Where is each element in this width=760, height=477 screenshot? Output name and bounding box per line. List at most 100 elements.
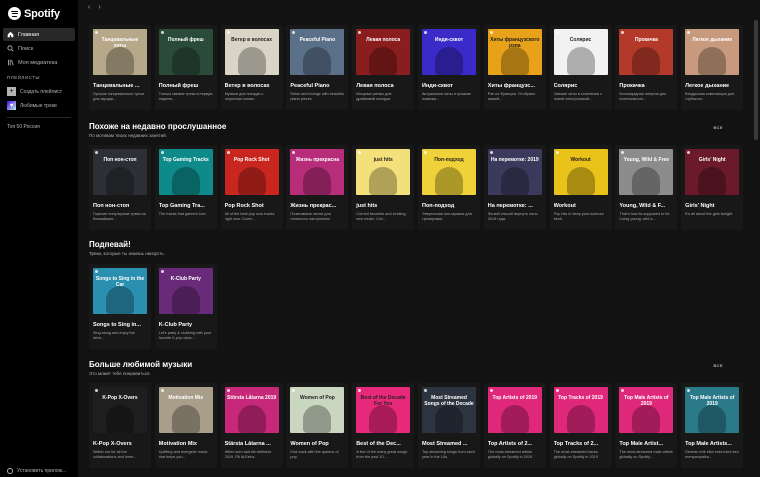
spotify-logo[interactable]: Spotify [8, 7, 60, 20]
playlist-card[interactable]: Women of Pop Women of Pop Kick back with t… [286, 383, 349, 468]
playlist-title[interactable]: Солярис [554, 83, 608, 89]
playlist-title[interactable]: Girls' Night [685, 203, 739, 209]
nav-search[interactable]: Поиск [3, 42, 75, 55]
section-title-more-music[interactable]: Больше любимой музыки [89, 360, 192, 369]
playlist-card[interactable]: Största Låtarna 2019 Stärsta Låtarna ... H… [220, 383, 283, 468]
section-title-sing-along[interactable]: Подпевай! [89, 240, 131, 249]
playlist-title[interactable]: Top Gaming Tra... [159, 203, 213, 209]
create-playlist-button[interactable]: + Создать плейлист [7, 87, 62, 96]
playlist-title[interactable]: Прокачка [619, 83, 673, 89]
playlist-title[interactable]: Top Artists of 2... [488, 441, 542, 447]
playlist-card[interactable]: Танцевальные хиты Танцевальные ... Лучшие … [89, 25, 151, 110]
nav-library[interactable]: Моя медиатека [3, 56, 75, 69]
install-app-button[interactable]: Установить прилож... [7, 468, 66, 474]
playlist-card[interactable]: Workout Workout Pop hits to keep your work… [549, 145, 612, 230]
cover-figure [237, 405, 266, 433]
spotify-badge-icon [489, 31, 493, 34]
playlist-description: Легкий способ вернуть хиты 2019 года. [487, 212, 538, 221]
playlist-card[interactable]: K-Club Party K-Club Party Let's party & cl… [154, 264, 217, 349]
playlist-title[interactable]: Левая полоса [356, 83, 410, 89]
playlist-card[interactable]: Most Streamed Songs of the Decade Most St… [417, 383, 480, 468]
playlist-title[interactable]: Women of Pop [290, 441, 344, 447]
playlist-title[interactable]: Stärsta Låtarna ... [225, 441, 279, 447]
cover-text: Танцевальные хиты [101, 37, 139, 49]
forward-arrow-icon[interactable]: › [98, 4, 100, 11]
playlist-description: Горячие популярные треки на ближайшее... [93, 212, 146, 221]
see-all-recent-like[interactable]: ВСЕ [714, 125, 724, 130]
playlist-description: Позитивные песни для отличного настроени… [290, 212, 331, 221]
section-title-recent-like[interactable]: Похоже на недавно прослушанное [89, 122, 226, 131]
playlist-title[interactable]: Top Male Artists... [685, 441, 739, 447]
back-arrow-icon[interactable]: ‹ [88, 4, 90, 11]
playlist-card[interactable]: Pop Rock Shot Pop Rock Shot All of the bes… [220, 145, 283, 230]
spotify-badge-icon [358, 389, 362, 392]
playlists-header: ПЛЕЙЛИСТЫ [7, 75, 40, 80]
playlist-card[interactable]: just hits just hits Current favorites and … [352, 145, 415, 230]
cover-text: Pop Rock Shot [233, 157, 270, 163]
cover-figure [500, 167, 529, 195]
playlist-card[interactable]: Поп-подход Поп-подход Энергичная поп-музык… [417, 145, 480, 230]
playlist-title[interactable]: Легкое дыхание [685, 83, 739, 89]
playlist-title[interactable]: Поп-подход [422, 203, 476, 209]
playlist-title[interactable]: Top Tracks of 2... [554, 441, 608, 447]
playlist-title[interactable]: Most Streamed ... [422, 441, 476, 447]
playlist-title[interactable]: Workout [554, 203, 608, 209]
playlist-card[interactable]: Best of the Decade For You Best of the De… [352, 383, 415, 468]
playlist-title[interactable]: Young, Wild & F... [619, 203, 673, 209]
playlist-card[interactable]: Motivation Mix Motivation Mix Uplifting an… [154, 383, 217, 468]
playlist-card[interactable]: Инди-сквот Инди-сквот Актуальные хиты и гр… [417, 25, 480, 110]
playlist-title[interactable]: Поп нон-стоп [93, 203, 147, 209]
playlist-title[interactable]: Хиты французс... [488, 83, 542, 89]
cover-text: K-Pop X-Overs [102, 395, 138, 401]
scrollbar[interactable] [752, 0, 760, 477]
playlist-description: The tracks that gamers love. [158, 212, 207, 216]
playlist-title[interactable]: Инди-сквот [422, 83, 476, 89]
sidebar: Spotify Главная Поиск Моя медиатека ПЛЕЙ… [0, 0, 78, 477]
playlist-title[interactable]: K-Pop X-Overs [93, 441, 147, 447]
playlist-description: Hitlen som satt sitt definiera 2019. På … [224, 450, 272, 459]
playlist-title[interactable]: Peaceful Piano [290, 83, 344, 89]
playlist-card[interactable]: Young, Wild & Free Young, Wild & F... That… [615, 145, 678, 230]
playlist-card[interactable]: Жизнь прекрасна Жизнь прекрас... Позитивны… [286, 145, 349, 230]
playlist-card[interactable]: Top Male Artists of 2019 Top Male Artist.… [615, 383, 678, 468]
playlist-title[interactable]: Songs to Sing in... [93, 322, 147, 328]
sidebar-playlist-item[interactable]: Топ 50 Россия [7, 124, 40, 130]
playlist-title[interactable]: Танцевальные ... [93, 83, 147, 89]
playlist-card[interactable]: Поп нон-стоп Поп нон-стоп Горячие популярн… [89, 145, 151, 230]
scrollbar-thumb[interactable] [754, 20, 758, 140]
playlist-title[interactable]: Полный фреш [159, 83, 213, 89]
playlist-title[interactable]: Жизнь прекрас... [290, 203, 344, 209]
playlist-card[interactable]: Top Gaming Tracks Top Gaming Tra... The tr… [154, 145, 217, 230]
playlist-card[interactable]: Girls' Night Girls' Night It's all about t… [681, 145, 744, 230]
playlist-card[interactable]: Полный фреш Полный фреш Только свежие трек… [154, 25, 217, 110]
playlist-card[interactable]: Легкое дыхание Легкое дыхание Воздушная ко… [681, 25, 744, 110]
playlist-title[interactable]: Top Male Artist... [619, 441, 673, 447]
playlist-card[interactable]: K-Pop X-Overs K-Pop X-Overs Watch our for … [89, 383, 151, 468]
liked-tracks-button[interactable]: ♥ Любимые треки [7, 101, 57, 110]
playlist-card[interactable]: Songs to Sing in the Car Songs to Sing in… [89, 264, 151, 349]
playlist-card[interactable]: Солярис Солярис Свежие хиты в сочетании с … [549, 25, 612, 110]
playlist-title[interactable]: just hits [356, 203, 410, 209]
spotify-badge-icon [358, 151, 362, 154]
see-all-more-music[interactable]: ВСЕ [714, 363, 724, 368]
playlist-card[interactable]: На перемотке: 2019 На перемотке: ... Легки… [483, 145, 546, 230]
playlist-card[interactable]: Top Male Artists of 2019 Top Male Artists… [681, 383, 744, 468]
playlist-card[interactable]: Peaceful Piano Peaceful Piano Relax and in… [286, 25, 349, 110]
playlist-card[interactable]: Хиты французского рэпа Хиты французс... Рэ… [483, 25, 546, 110]
playlist-title[interactable]: K-Club Party [159, 322, 213, 328]
playlist-card[interactable]: Top Tracks of 2019 Top Tracks of 2... The … [549, 383, 612, 468]
cover-text: Легкое дыхание [692, 37, 733, 43]
cover-figure [632, 167, 661, 195]
cover-figure [698, 47, 727, 75]
playlist-title[interactable]: Ветер в волосах [225, 83, 279, 89]
playlist-title[interactable]: Motivation Mix [159, 441, 213, 447]
playlist-title[interactable]: Best of the Dec... [356, 441, 410, 447]
playlist-title[interactable]: Pop Rock Shot [225, 203, 279, 209]
playlist-description: Pop hits to keep your workout fresh. [553, 212, 604, 221]
playlist-card[interactable]: Top Artists of 2019 Top Artists of 2... Th… [483, 383, 546, 468]
playlist-card[interactable]: Ветер в волосах Ветер в волосах Музыка для… [220, 25, 283, 110]
playlist-title[interactable]: На перемотке: ... [488, 203, 542, 209]
nav-home[interactable]: Главная [3, 28, 75, 41]
playlist-card[interactable]: Левая полоса Левая полоса Мощные ритмы для… [352, 25, 415, 110]
playlist-card[interactable]: Прокачка Прокачка Беспощадная энергия для … [615, 25, 678, 110]
